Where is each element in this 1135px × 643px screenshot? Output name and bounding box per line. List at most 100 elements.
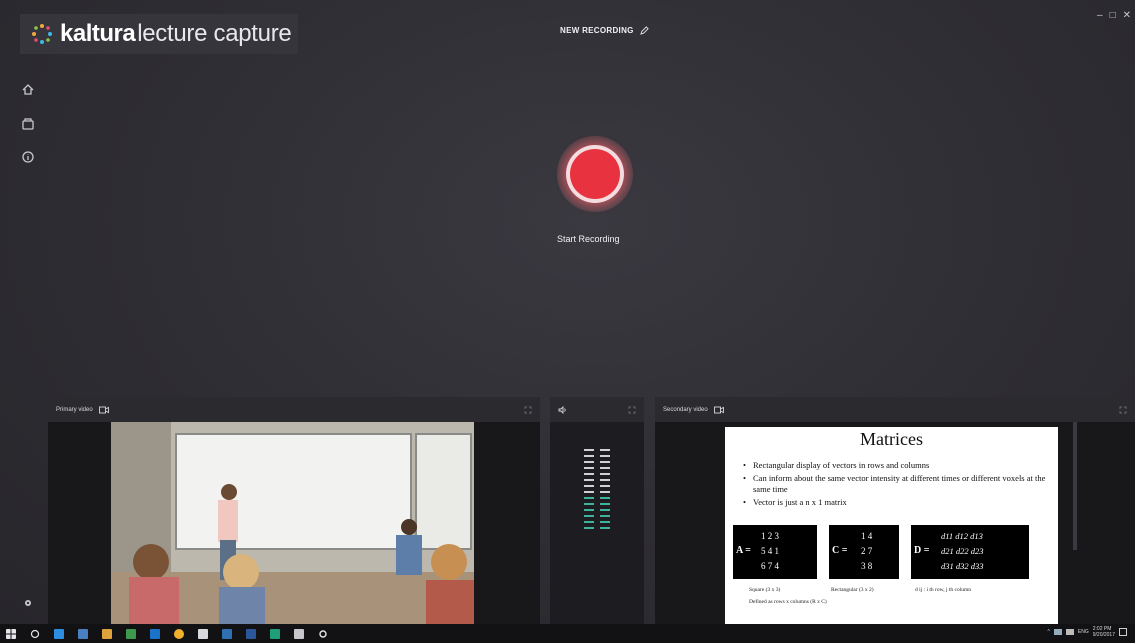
meter-bar [584, 491, 610, 493]
secondary-expand-icon[interactable] [1119, 406, 1127, 414]
start-recording-label: Start Recording [557, 234, 620, 244]
windows-start-icon[interactable] [6, 628, 16, 639]
meter-bar [584, 479, 610, 481]
secondary-video-header: Secondary video [655, 397, 1135, 422]
matrix-row: d31 d32 d33 [941, 561, 984, 571]
audio-expand-icon[interactable] [628, 406, 636, 414]
matrix-c-values: 1 4 2 7 3 8 [861, 529, 872, 574]
close-button[interactable]: ✕ [1123, 10, 1131, 21]
caption-rectangular: Rectangular (3 x 2) [831, 587, 874, 593]
tray-chevron-icon[interactable]: ^ [1048, 629, 1050, 635]
minimize-button[interactable]: – [1097, 10, 1103, 21]
slide-bullet: Rectangular display of vectors in rows a… [743, 460, 1058, 471]
matrix-d: D = d11 d12 d13 d21 d22 d23 d31 d32 d33 [911, 525, 1029, 579]
matrix-c-label: C = [832, 545, 848, 556]
matrix-row: 3 8 [861, 561, 873, 571]
window-controls: – □ ✕ [1097, 10, 1131, 21]
system-tray: ^ ENG 2:02 PM 9/20/2017 [1048, 626, 1127, 638]
app-logo: kaltura lecture capture [20, 14, 298, 54]
caption-square: Square (3 x 3) [749, 587, 781, 593]
logo-brand-text: kaltura [60, 20, 136, 47]
chrome-icon[interactable] [174, 628, 184, 639]
primary-video-header: Primary video [48, 397, 540, 422]
info-icon[interactable] [21, 150, 35, 164]
edge-icon[interactable] [54, 628, 64, 639]
slide-bullets: Rectangular display of vectors in rows a… [743, 460, 1058, 508]
matrix-a-values: 1 2 3 5 4 1 6 7 4 [761, 529, 779, 574]
matrix-a: A = 1 2 3 5 4 1 6 7 4 [733, 525, 817, 579]
matrix-c: C = 1 4 2 7 3 8 [829, 525, 899, 579]
meter-bar [584, 473, 610, 475]
kaltura-taskbar-icon[interactable] [318, 629, 328, 639]
taskbar-app-icon[interactable] [78, 628, 88, 639]
primary-video-label: Primary video [56, 406, 93, 413]
meter-bar [584, 485, 610, 487]
slide-bullet: Can inform about the same vector intensi… [743, 473, 1058, 495]
meter-bar [584, 455, 610, 457]
cortana-icon[interactable] [30, 629, 40, 639]
library-icon[interactable] [21, 117, 35, 131]
photos-icon[interactable] [294, 628, 304, 639]
secondary-video-panel: Secondary video Matrices Rectangular dis… [655, 397, 1135, 624]
network-icon[interactable] [1053, 629, 1062, 635]
meter-bar-active [584, 515, 610, 517]
matrix-row: 1 4 [861, 531, 873, 541]
matrix-row: 6 7 4 [761, 561, 779, 571]
primary-video-feed [111, 422, 474, 624]
audio-panel [550, 397, 644, 624]
meter-bar [584, 467, 610, 469]
home-icon[interactable] [21, 83, 35, 97]
classroom-video-image [111, 422, 474, 624]
matrix-row: 2 7 [861, 546, 873, 556]
notifications-icon[interactable] [1119, 628, 1127, 636]
audio-header [550, 397, 644, 422]
logo-product-text: lecture capture [137, 20, 292, 47]
meter-bar [584, 449, 610, 451]
secondary-video-label: Secondary video [663, 406, 708, 413]
pencil-icon[interactable] [639, 26, 649, 35]
meter-bar-active [584, 503, 610, 505]
taskbar-app-icon[interactable] [270, 628, 280, 639]
meter-bar-active [584, 521, 610, 523]
maximize-button[interactable]: □ [1110, 10, 1116, 21]
matrix-d-label: D = [914, 545, 930, 556]
language-indicator[interactable]: ENG [1078, 629, 1089, 635]
meter-bar-active [584, 497, 610, 499]
clock-date: 9/20/2017 [1092, 632, 1115, 638]
slide-bullet: Vector is just a n x 1 matrix [743, 497, 1058, 508]
word-icon[interactable] [246, 628, 256, 639]
screen-capture-icon[interactable] [713, 406, 724, 414]
presentation-slide: Matrices Rectangular display of vectors … [725, 427, 1058, 624]
matrix-a-label: A = [736, 545, 751, 556]
taskbar-app-icon[interactable] [126, 628, 136, 639]
app-window: kaltura lecture capture NEW RECORDING – … [0, 0, 1135, 624]
primary-video-panel: Primary video [48, 397, 540, 624]
start-recording-button[interactable] [557, 136, 633, 212]
matrix-row: 1 2 3 [761, 531, 779, 541]
recording-title[interactable]: NEW RECORDING [560, 26, 649, 35]
settings-icon[interactable] [21, 596, 35, 610]
taskbar-app-icon[interactable] [150, 628, 160, 639]
matrix-row: d11 d12 d13 [941, 531, 983, 541]
os-taskbar: ^ ENG 2:02 PM 9/20/2017 [0, 624, 1135, 643]
slide-title: Matrices [860, 429, 923, 449]
speaker-icon[interactable] [558, 405, 567, 414]
record-icon [566, 145, 624, 203]
matrix-d-values: d11 d12 d13 d21 d22 d23 d31 d32 d33 [941, 529, 984, 574]
taskbar-app-icon[interactable] [102, 628, 112, 639]
caption-definition: Defined as rows x columns (R x C) [749, 599, 827, 605]
taskbar-app-icon[interactable] [222, 628, 232, 639]
secondary-scrollbar[interactable] [1073, 422, 1077, 550]
matrix-row: d21 d22 d23 [941, 546, 984, 556]
audio-level-meter [584, 449, 610, 533]
calculator-icon[interactable] [198, 628, 208, 639]
matrix-row: 5 4 1 [761, 546, 779, 556]
kaltura-logo-icon [32, 24, 52, 44]
meter-bar [584, 461, 610, 463]
meter-bar-active [584, 527, 610, 529]
clock[interactable]: 2:02 PM 9/20/2017 [1093, 626, 1115, 638]
recording-title-text: NEW RECORDING [560, 26, 634, 35]
camera-icon[interactable] [98, 406, 109, 414]
expand-icon[interactable] [524, 406, 532, 414]
volume-icon[interactable] [1065, 629, 1074, 635]
